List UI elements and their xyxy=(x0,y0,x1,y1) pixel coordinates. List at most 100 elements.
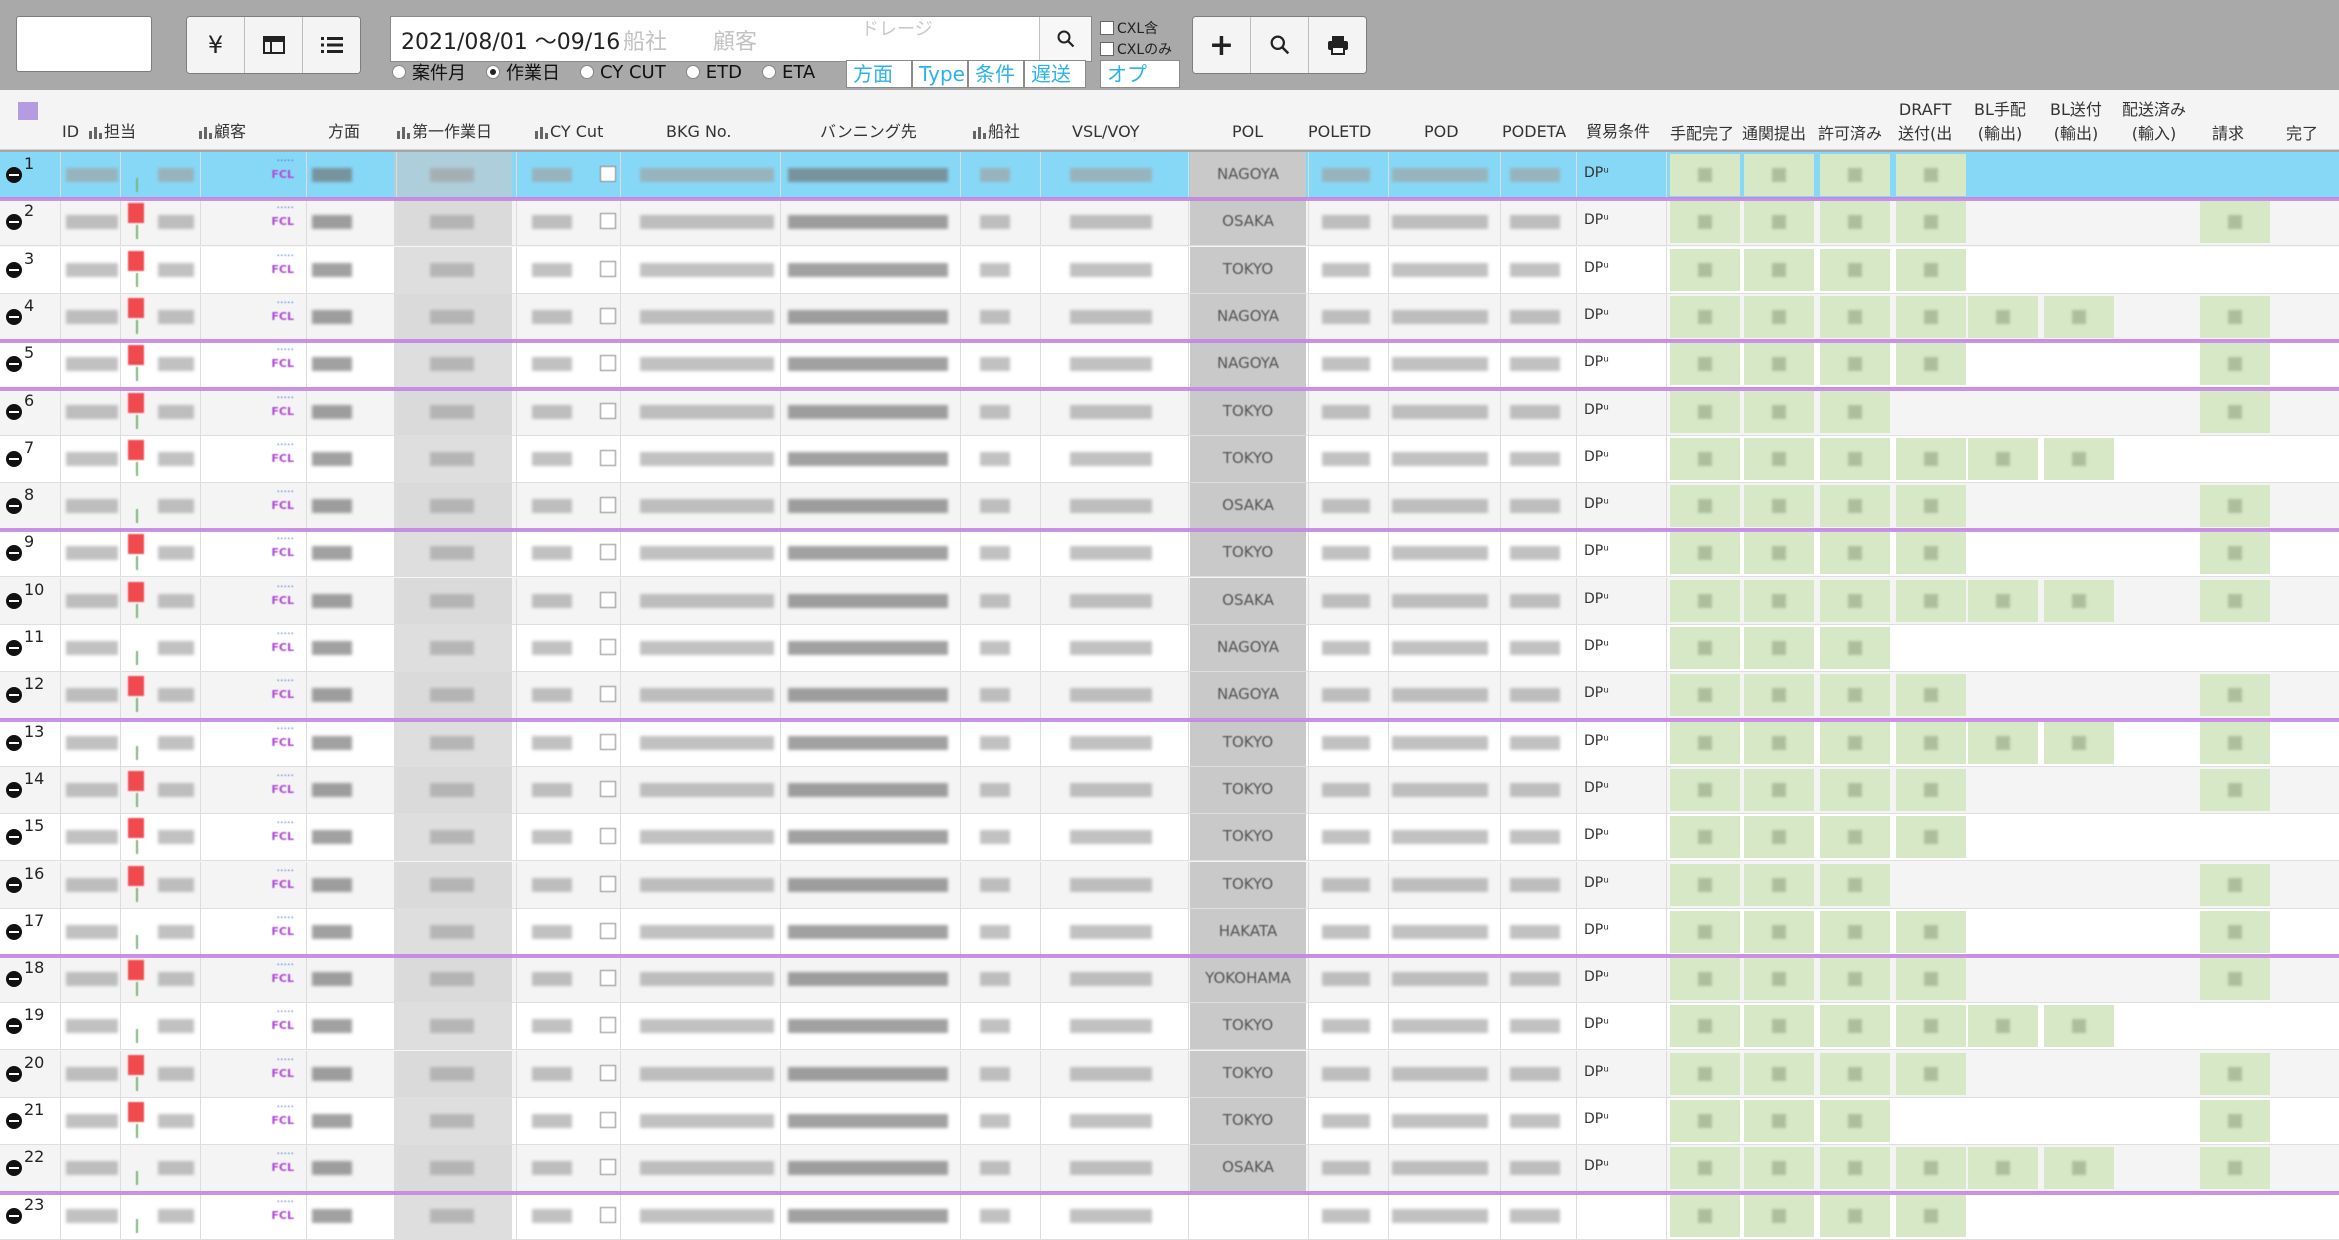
status-check-cell[interactable] xyxy=(1744,768,1814,811)
status-check-cell[interactable] xyxy=(2200,201,2270,244)
status-check-cell[interactable] xyxy=(1820,958,1890,1001)
list-button[interactable] xyxy=(303,17,360,73)
radio-cy-cut[interactable]: CY CUT xyxy=(580,60,666,84)
status-check-cell[interactable] xyxy=(1968,295,2038,338)
status-check-cell[interactable] xyxy=(1670,674,1740,717)
status-check-cell[interactable] xyxy=(1896,579,1966,622)
status-check-cell[interactable] xyxy=(2200,721,2270,764)
remove-row-icon[interactable] xyxy=(6,1160,22,1177)
carrier-input[interactable]: 船社 xyxy=(623,24,667,56)
status-check-cell[interactable] xyxy=(1670,485,1740,528)
remove-row-icon[interactable] xyxy=(6,1113,22,1129)
radio-case-month[interactable]: 案件月 xyxy=(392,60,466,84)
status-check-cell[interactable] xyxy=(2200,295,2270,338)
remove-row-icon[interactable] xyxy=(6,214,22,231)
cy-cut-checkbox[interactable] xyxy=(600,260,616,277)
col-carrier[interactable]: 船社 xyxy=(972,122,1020,142)
status-check-cell[interactable] xyxy=(1744,863,1814,906)
col-staff[interactable]: 担当 xyxy=(88,122,136,142)
status-check-cell[interactable] xyxy=(1670,627,1740,669)
filter-delay[interactable]: 遅送 xyxy=(1024,60,1086,88)
table-row[interactable]: 13 ····· FCL TOKYO DPᵘ xyxy=(0,719,2339,767)
status-check-cell[interactable] xyxy=(1744,295,1814,338)
remove-row-icon[interactable] xyxy=(6,734,22,751)
status-check-cell[interactable] xyxy=(1896,437,1966,480)
filter-option[interactable]: オプ xyxy=(1100,60,1180,88)
status-check-cell[interactable] xyxy=(1670,201,1740,244)
status-check-cell[interactable] xyxy=(2200,1052,2270,1095)
status-check-cell[interactable] xyxy=(1820,248,1890,291)
status-check-cell[interactable] xyxy=(1744,532,1814,575)
remove-row-icon[interactable] xyxy=(6,640,22,656)
status-check-cell[interactable] xyxy=(1896,485,1966,528)
status-check-cell[interactable] xyxy=(1896,674,1966,717)
status-check-cell[interactable] xyxy=(1820,343,1890,386)
status-check-cell[interactable] xyxy=(2200,532,2270,575)
remove-row-icon[interactable] xyxy=(6,167,22,183)
search-button[interactable] xyxy=(1039,17,1091,61)
col-poletd[interactable]: POLETD xyxy=(1308,122,1371,142)
status-check-cell[interactable] xyxy=(1670,295,1740,338)
table-row[interactable]: 4 ····· FCL NAGOYA DPᵘ xyxy=(0,293,2339,341)
status-check-cell[interactable] xyxy=(1744,721,1814,764)
status-check-cell[interactable] xyxy=(1820,579,1890,622)
cy-cut-checkbox[interactable] xyxy=(600,1064,616,1081)
cy-cut-checkbox[interactable] xyxy=(600,402,616,419)
cy-cut-checkbox[interactable] xyxy=(600,922,616,939)
print-button[interactable] xyxy=(1309,17,1366,73)
status-check-cell[interactable] xyxy=(1670,816,1740,859)
status-check-cell[interactable] xyxy=(1744,390,1814,433)
status-check-cell[interactable] xyxy=(1896,295,1966,338)
filter-condition[interactable]: 条件 xyxy=(968,60,1024,88)
status-check-cell[interactable] xyxy=(1744,816,1814,859)
status-check-cell[interactable] xyxy=(1744,1147,1814,1190)
select-all-icon[interactable] xyxy=(18,102,38,120)
status-check-cell[interactable] xyxy=(1896,154,1966,196)
remove-row-icon[interactable] xyxy=(6,356,22,373)
cy-cut-checkbox[interactable] xyxy=(600,307,616,324)
status-check-cell[interactable] xyxy=(1820,910,1890,953)
col-billing[interactable]: 請求 xyxy=(2212,124,2244,144)
status-check-cell[interactable] xyxy=(1896,201,1966,244)
status-check-cell[interactable] xyxy=(1820,437,1890,480)
col-trade-terms[interactable]: 貿易条件 xyxy=(1586,122,1650,142)
status-check-cell[interactable] xyxy=(1820,154,1890,196)
cy-cut-checkbox[interactable] xyxy=(600,639,616,655)
cy-cut-checkbox[interactable] xyxy=(600,591,616,608)
remove-row-icon[interactable] xyxy=(6,592,22,609)
remove-row-icon[interactable] xyxy=(6,971,22,988)
status-check-cell[interactable] xyxy=(1820,768,1890,811)
remove-row-icon[interactable] xyxy=(6,545,22,562)
table-row[interactable]: 23 ····· FCL xyxy=(0,1192,2339,1240)
yen-button[interactable]: ¥ xyxy=(187,17,245,73)
table-row[interactable]: 20 ····· FCL TOKYO DPᵘ xyxy=(0,1050,2339,1098)
remove-row-icon[interactable] xyxy=(6,498,22,515)
cxl-include-checkbox[interactable]: CXL含 xyxy=(1100,18,1172,38)
status-check-cell[interactable] xyxy=(1744,437,1814,480)
date-range-input[interactable]: 2021/08/01 ～09/16 xyxy=(401,24,620,56)
col-direction[interactable]: 方面 xyxy=(328,122,360,142)
status-check-cell[interactable] xyxy=(1820,863,1890,906)
status-check-cell[interactable] xyxy=(1968,437,2038,480)
remove-row-icon[interactable] xyxy=(6,308,22,325)
cy-cut-checkbox[interactable] xyxy=(600,544,616,561)
table-row[interactable]: 17 ····· FCL HAKATA DPᵘ xyxy=(0,908,2339,956)
cy-cut-checkbox[interactable] xyxy=(600,166,616,182)
col-permitted[interactable]: 許可済み xyxy=(1818,124,1882,144)
status-check-cell[interactable] xyxy=(2044,579,2114,622)
status-check-cell[interactable] xyxy=(1820,816,1890,859)
status-check-cell[interactable] xyxy=(1670,768,1740,811)
col-pol[interactable]: POL xyxy=(1232,122,1263,142)
status-check-cell[interactable] xyxy=(1968,1005,2038,1048)
status-check-cell[interactable] xyxy=(2200,579,2270,622)
table-row[interactable]: 21 ····· FCL TOKYO DPᵘ xyxy=(0,1098,2339,1145)
status-check-cell[interactable] xyxy=(2200,1147,2270,1190)
status-check-cell[interactable] xyxy=(1744,343,1814,386)
status-check-cell[interactable] xyxy=(2200,958,2270,1001)
status-check-cell[interactable] xyxy=(1820,201,1890,244)
remove-row-icon[interactable] xyxy=(6,403,22,420)
add-button[interactable]: + xyxy=(1193,17,1251,73)
col-draft[interactable]: DRAFT 送付(出 xyxy=(1898,100,1952,144)
remove-row-icon[interactable] xyxy=(6,261,22,278)
status-check-cell[interactable] xyxy=(1896,1052,1966,1095)
